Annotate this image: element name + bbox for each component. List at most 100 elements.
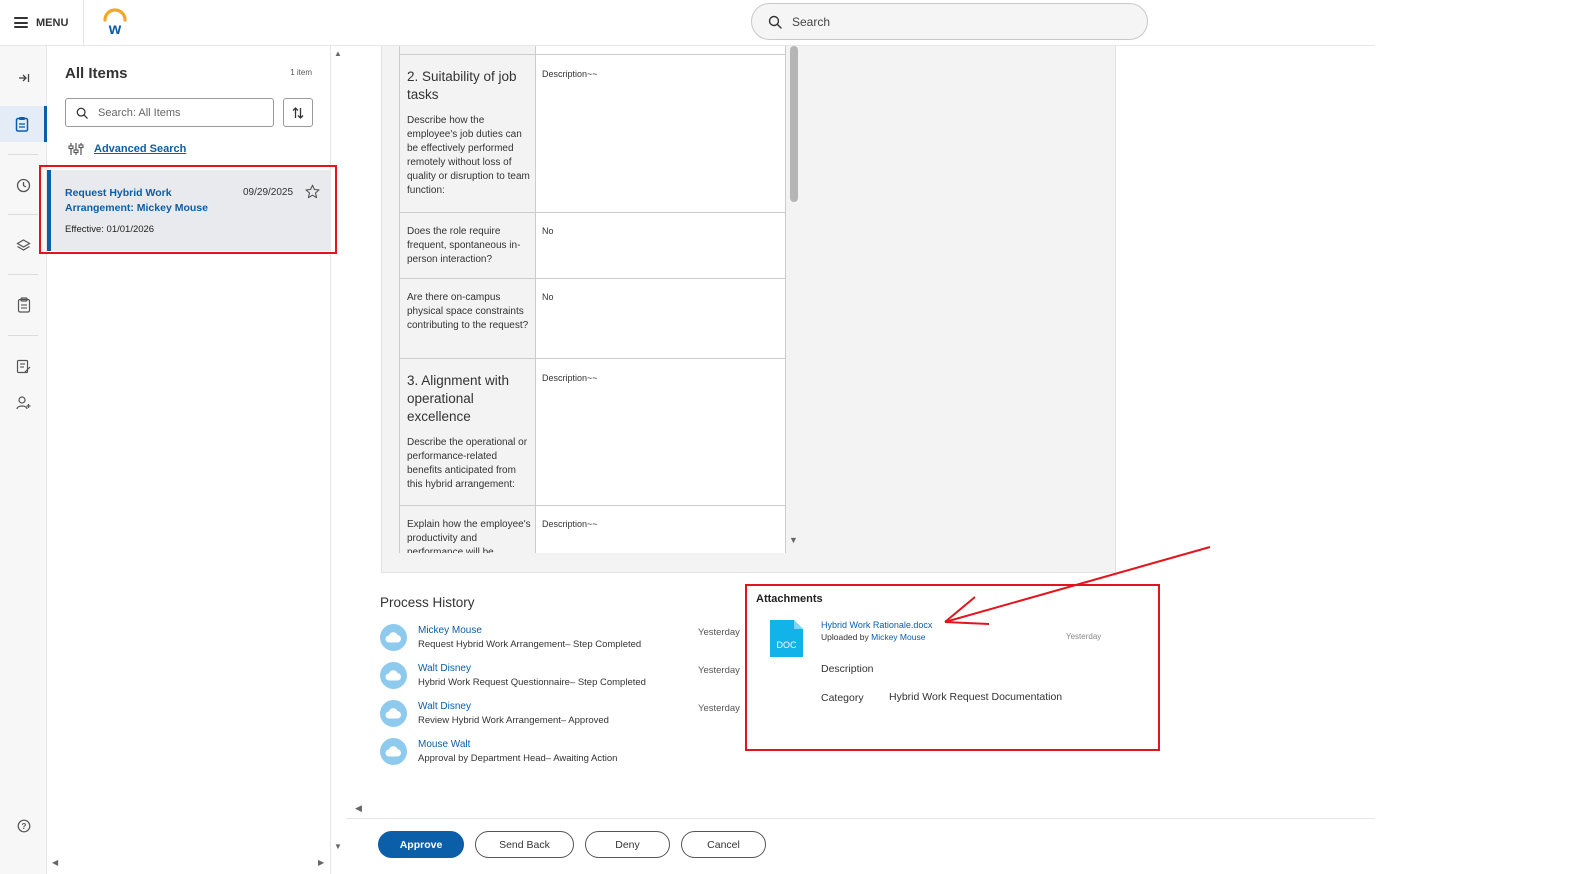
- footer-divider: [346, 818, 1375, 819]
- form-scroll-down-arrow[interactable]: ▼: [789, 535, 798, 545]
- section-heading: 3. Alignment with operational excellence: [407, 373, 510, 424]
- form-scrollbar[interactable]: ▼: [786, 46, 800, 553]
- workday-logo-icon[interactable]: w: [101, 8, 129, 36]
- list-item: Mouse Walt Approval by Department Head– …: [380, 738, 750, 776]
- add-person-icon: [16, 395, 31, 409]
- question-label: Does the role require frequent, spontane…: [400, 213, 536, 278]
- list-scroll-right-arrow[interactable]: ▶: [318, 858, 324, 867]
- list-item: Walt Disney Review Hybrid Work Arrangeme…: [380, 700, 750, 738]
- avatar: [380, 700, 407, 727]
- table-row: Does the role require frequent, spontane…: [400, 213, 785, 279]
- list-scroll-left-arrow[interactable]: ◀: [52, 858, 58, 867]
- list-item: Walt Disney Hybrid Work Request Question…: [380, 662, 750, 700]
- global-search-input[interactable]: [792, 14, 1112, 29]
- step-time: Yesterday: [698, 665, 740, 676]
- doc-file-icon[interactable]: DOC: [770, 620, 803, 657]
- list-search[interactable]: [65, 98, 274, 127]
- hamburger-icon: [14, 17, 28, 28]
- rail-recent[interactable]: [0, 167, 47, 203]
- help-icon: ?: [17, 819, 30, 833]
- answer-value: No: [536, 279, 785, 358]
- top-bar: MENU w: [0, 0, 1375, 46]
- menu-button[interactable]: MENU: [0, 0, 84, 45]
- questionnaire-table[interactable]: 2. Suitability of job tasks Describe how…: [399, 46, 786, 553]
- answer-value: Description~~: [536, 506, 785, 553]
- send-back-button[interactable]: Send Back: [475, 831, 574, 858]
- question-text: Describe how the employee's job duties c…: [407, 115, 530, 196]
- answer-value: Description~~: [536, 359, 785, 505]
- questionnaire-panel: 2. Suitability of job tasks Describe how…: [381, 46, 1116, 573]
- clock-icon: [16, 178, 31, 192]
- main-content: 2. Suitability of job tasks Describe how…: [331, 46, 1375, 874]
- avatar: [380, 738, 407, 765]
- question-label: 3. Alignment with operational excellence…: [400, 359, 536, 505]
- search-icon: [76, 107, 88, 119]
- menu-label: MENU: [36, 16, 69, 29]
- clipboard-icon: [15, 117, 29, 132]
- form-scrollbar-thumb[interactable]: [790, 46, 798, 202]
- attachment-file-link[interactable]: Hybrid Work Rationale.docx: [821, 620, 932, 630]
- step-time: Yesterday: [698, 627, 740, 638]
- main-scroll-left-arrow[interactable]: ◀: [355, 803, 362, 814]
- advanced-search-link[interactable]: Advanced Search: [94, 143, 186, 155]
- expand-icon: [18, 74, 29, 82]
- rail-help[interactable]: ?: [0, 808, 47, 844]
- sort-button[interactable]: [283, 98, 313, 127]
- cloud-icon: [385, 708, 401, 719]
- rail-notes[interactable]: [0, 348, 47, 384]
- cancel-button[interactable]: Cancel: [681, 831, 766, 858]
- rail-layers[interactable]: [0, 227, 47, 263]
- question-label: Are there on-campus physical space const…: [400, 279, 536, 358]
- cloud-icon: [385, 632, 401, 643]
- search-icon: [768, 15, 782, 29]
- expand-rail-button[interactable]: [0, 60, 47, 96]
- table-row: [400, 46, 785, 55]
- item-effective-date: Effective: 01/01/2026: [65, 224, 155, 235]
- action-bar: Approve Send Back Deny Cancel: [378, 831, 766, 858]
- description-label: Description: [821, 663, 874, 675]
- attachment-time: Yesterday: [1066, 632, 1102, 641]
- rail-inbox[interactable]: [0, 106, 47, 142]
- approve-button[interactable]: Approve: [378, 831, 464, 858]
- uploaded-by-prefix: Uploaded by: [821, 632, 869, 642]
- table-row: 3. Alignment with operational excellence…: [400, 359, 785, 506]
- person-link[interactable]: Walt Disney: [418, 701, 471, 712]
- list-item[interactable]: Request Hybrid Work Arrangement: Mickey …: [47, 170, 331, 251]
- edit-document-icon: [16, 359, 31, 373]
- process-history-title: Process History: [380, 595, 475, 610]
- person-link[interactable]: Mouse Walt: [418, 739, 470, 750]
- person-link[interactable]: Walt Disney: [418, 663, 471, 674]
- svg-text:?: ?: [21, 822, 26, 831]
- table-row: Are there on-campus physical space const…: [400, 279, 785, 359]
- item-date: 09/29/2025: [243, 187, 294, 198]
- step-time: Yesterday: [698, 703, 740, 714]
- item-title[interactable]: Request Hybrid Work Arrangement: Mickey …: [65, 186, 240, 216]
- avatar: [380, 624, 407, 651]
- attachment-uploader: Uploaded by Mickey Mouse: [821, 632, 925, 642]
- step-description: Review Hybrid Work Arrangement– Approved: [418, 715, 609, 726]
- attachments-section: Attachments DOC Hybrid Work Rationale.do…: [746, 586, 1158, 750]
- answer-value: [536, 46, 785, 54]
- rail-people[interactable]: [0, 384, 47, 420]
- global-search[interactable]: [751, 3, 1148, 40]
- step-description: Hybrid Work Request Questionnaire– Step …: [418, 677, 646, 688]
- advanced-search[interactable]: Advanced Search: [68, 142, 186, 156]
- star-icon[interactable]: [305, 184, 320, 199]
- table-row: 2. Suitability of job tasks Describe how…: [400, 55, 785, 213]
- attachments-title: Attachments: [756, 593, 823, 605]
- uploader-link[interactable]: Mickey Mouse: [871, 632, 925, 642]
- icon-rail: ?: [0, 46, 47, 874]
- items-list-pane: All Items 1 item Advanced Search Request…: [47, 46, 342, 874]
- item-count: 1 item: [290, 68, 312, 77]
- list-search-input[interactable]: [98, 106, 258, 119]
- person-link[interactable]: Mickey Mouse: [418, 625, 482, 636]
- rail-tasks[interactable]: [0, 287, 47, 323]
- deny-button[interactable]: Deny: [585, 831, 670, 858]
- clipboard-list-icon: [17, 297, 30, 313]
- step-description: Request Hybrid Work Arrangement– Step Co…: [418, 639, 642, 650]
- question-label: Explain how the employee's productivity …: [400, 506, 536, 553]
- cloud-icon: [385, 746, 401, 757]
- question-text: Describe the operational or performance-…: [407, 437, 528, 490]
- question-label: 2. Suitability of job tasks Describe how…: [400, 55, 536, 212]
- avatar: [380, 662, 407, 689]
